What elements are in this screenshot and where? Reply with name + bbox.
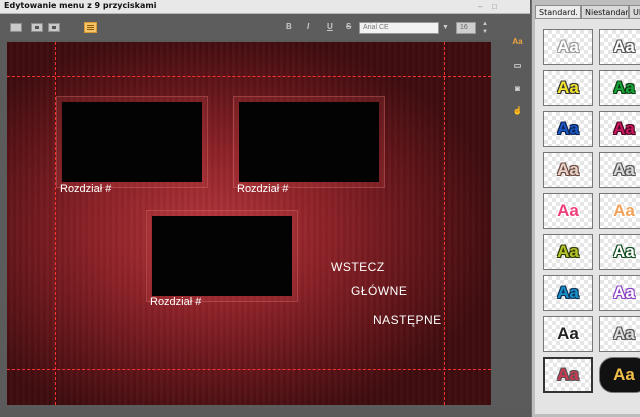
text-style-icon[interactable]: Aa xyxy=(511,36,524,48)
restore-icon[interactable]: □ xyxy=(492,3,499,11)
safe-area-guide-bottom xyxy=(7,369,491,370)
size-spinner-icon[interactable]: ▲ ▼ xyxy=(482,20,488,36)
text-style-swatch[interactable]: Aa xyxy=(599,193,640,229)
menu-list-icon[interactable] xyxy=(84,22,97,33)
text-style-swatch[interactable]: Aa xyxy=(543,275,593,311)
chapter-button-1[interactable] xyxy=(56,96,208,188)
chapter-label-2[interactable]: Rozdział # xyxy=(237,183,288,195)
background-button[interactable] xyxy=(31,23,43,32)
text-style-swatch[interactable]: Aa xyxy=(543,234,593,270)
minimize-icon[interactable]: – xyxy=(478,3,485,11)
strike-button[interactable]: S xyxy=(346,22,351,31)
nav-back-button[interactable]: WSTECZ xyxy=(331,260,385,274)
nav-next-button[interactable]: NASTĘPNE xyxy=(373,313,442,327)
text-style-swatch[interactable]: Aa xyxy=(599,111,640,147)
tab-custom[interactable]: Niestandard. xyxy=(581,5,629,18)
nav-main-button[interactable]: GŁÓWNE xyxy=(351,284,407,298)
underline-button[interactable]: U xyxy=(327,22,333,31)
tab-standard[interactable]: Standard. xyxy=(535,5,581,18)
safe-area-guide-top xyxy=(7,76,491,77)
safe-area-guide-right xyxy=(444,42,445,405)
font-size-input[interactable]: 16 xyxy=(456,22,476,34)
chapter-thumbnail xyxy=(62,102,202,182)
text-style-swatch[interactable]: Aa xyxy=(599,70,640,106)
text-style-swatch[interactable]: Aa xyxy=(599,275,640,311)
chapter-label-3[interactable]: Rozdział # xyxy=(150,296,201,308)
text-style-swatch[interactable]: Aa xyxy=(599,316,640,352)
window-title: Edytowanie menu z 9 przyciskami xyxy=(4,1,157,10)
font-select[interactable]: Arial CE xyxy=(359,22,439,34)
text-style-swatch[interactable]: Aa xyxy=(543,152,593,188)
chapter-label-1[interactable]: Rozdział # xyxy=(60,183,111,195)
text-style-swatch[interactable]: Aa xyxy=(599,152,640,188)
layout-button[interactable] xyxy=(10,23,22,32)
menu-editor-window: Edytowanie menu z 9 przyciskami – □ B I … xyxy=(0,0,640,417)
bottom-strip xyxy=(0,408,530,417)
editor-toolbar: B I U S Arial CE ▼ 16 ▲ ▼ xyxy=(0,14,530,40)
text-style-swatch[interactable]: Aa xyxy=(599,234,640,270)
chapter-button-3[interactable] xyxy=(146,210,298,302)
text-style-swatch[interactable]: Aa xyxy=(543,357,593,393)
text-style-swatch[interactable]: Aa xyxy=(543,29,593,65)
background-icon[interactable]: ▭ xyxy=(511,60,524,72)
menu-canvas[interactable]: Rozdział # Rozdział # Rozdział # WSTECZ … xyxy=(7,42,491,405)
camera-icon[interactable]: ◙ xyxy=(511,83,524,95)
text-style-swatch[interactable]: Aa xyxy=(543,193,593,229)
chapter-thumbnail xyxy=(152,216,292,296)
style-tabs: Standard. Niestandard. Ul xyxy=(532,5,640,18)
style-panel: Standard. Niestandard. Ul AaAaAaAaAaAaAa… xyxy=(531,0,640,417)
bold-button[interactable]: B xyxy=(286,22,292,31)
text-style-swatch[interactable]: Aa xyxy=(599,29,640,65)
pointer-icon[interactable]: ☝ xyxy=(511,105,524,117)
thumbnail-button[interactable] xyxy=(48,23,60,32)
chevron-down-icon[interactable]: ▼ xyxy=(442,24,449,31)
italic-button[interactable]: I xyxy=(307,22,309,31)
style-swatch-grid: Aa Aa Aa Aa Aa Aa Aa Aa Aa Aa Aa Aa Aa Aa Aa Aa Aa Aa xyxy=(535,18,640,414)
text-style-swatch[interactable]: Aa xyxy=(543,70,593,106)
text-style-swatch[interactable]: Aa xyxy=(543,111,593,147)
text-style-swatch[interactable]: Aa xyxy=(599,357,640,393)
chapter-thumbnail xyxy=(239,102,379,182)
tab-favorites[interactable]: Ul xyxy=(629,5,640,18)
chapter-button-2[interactable] xyxy=(233,96,385,188)
text-style-swatch[interactable]: Aa xyxy=(543,316,593,352)
title-bar: Edytowanie menu z 9 przyciskami – □ xyxy=(0,0,530,14)
